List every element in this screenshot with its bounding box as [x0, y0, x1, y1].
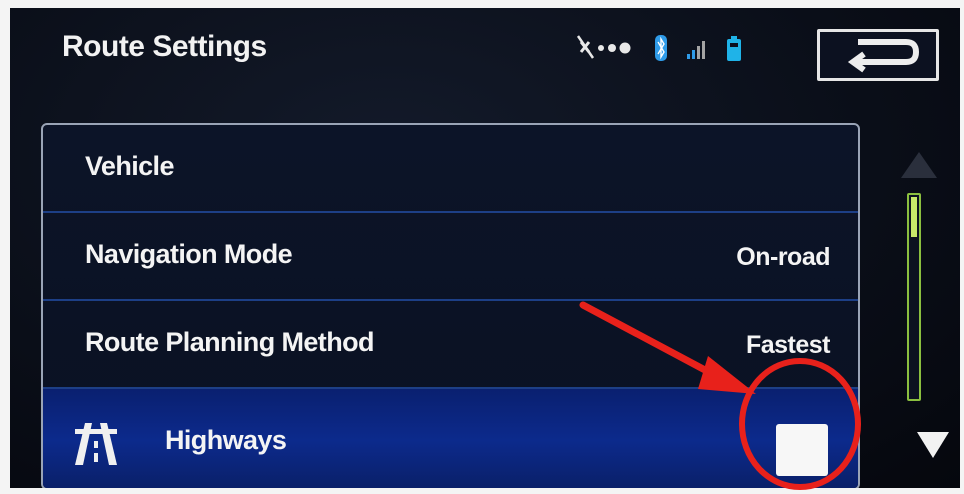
- back-arrow-icon: [847, 39, 920, 73]
- mute-icon: [576, 35, 595, 59]
- setting-value: On-road: [736, 243, 830, 271]
- bluetooth-icon: [655, 35, 667, 61]
- setting-value: Fastest: [745, 331, 831, 359]
- infotainment-screen: Route Settings Vehicle Navigation Mode O…: [10, 8, 960, 488]
- scrollbar-thumb[interactable]: [911, 197, 917, 237]
- scrollbar-track[interactable]: [907, 193, 921, 401]
- highways-checkbox[interactable]: [776, 424, 828, 476]
- ellipsis-icon: [598, 42, 631, 54]
- setting-label: Highways: [165, 425, 287, 455]
- setting-label: Navigation Mode: [85, 239, 293, 269]
- scroll-down-icon[interactable]: [914, 428, 952, 460]
- signal-icon: [687, 41, 705, 59]
- back-button[interactable]: [817, 29, 939, 81]
- scroll-up-icon[interactable]: [897, 148, 941, 182]
- highway-icon: [75, 423, 117, 465]
- setting-label: Vehicle: [85, 151, 174, 181]
- status-bar: [576, 35, 741, 61]
- settings-list: Vehicle Navigation Mode On-road Route Pl…: [41, 123, 860, 488]
- setting-row-vehicle[interactable]: Vehicle: [43, 125, 858, 213]
- setting-label: Route Planning Method: [85, 327, 374, 357]
- page-title: Route Settings: [62, 30, 267, 63]
- setting-row-highways[interactable]: Highways: [43, 389, 858, 488]
- setting-row-navigation-mode[interactable]: Navigation Mode On-road: [43, 213, 858, 301]
- battery-icon: [727, 36, 741, 61]
- setting-row-route-planning-method[interactable]: Route Planning Method Fastest: [43, 301, 858, 389]
